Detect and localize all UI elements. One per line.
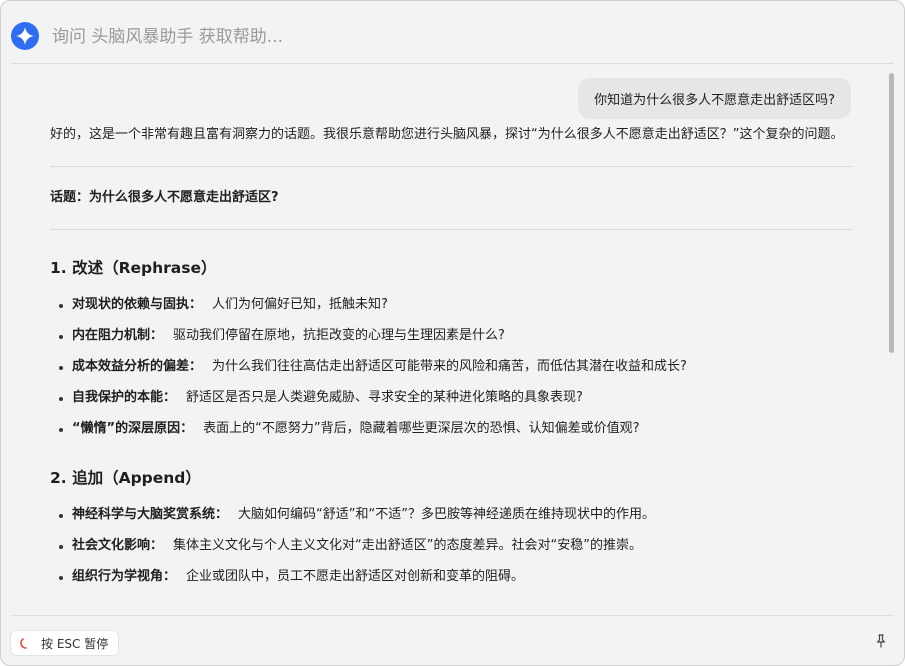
bullet bbox=[59, 366, 63, 370]
list-item: 神经科学与大脑奖赏系统： 大脑如何编码“舒适”和“不适”？多巴胺等神经递质在维持现… bbox=[59, 504, 852, 526]
item-title: 神经科学与大脑奖赏系统： bbox=[72, 507, 229, 522]
item-text: 舒适区是否只是人类避免威胁、寻求安全的某种进化策略的具象表现? bbox=[186, 390, 583, 405]
list-item: 社会文化影响： 集体主义文化与个人主义文化对“走出舒适区”的态度差异。社会对“安稳… bbox=[59, 535, 852, 557]
item-text: 为什么我们往往高估走出舒适区可能带来的风险和痛苦，而低估其潜在收益和成长? bbox=[212, 359, 687, 374]
user-message: 你知道为什么很多人不愿意走出舒适区吗? bbox=[578, 78, 851, 119]
scrollbar[interactable] bbox=[889, 73, 894, 353]
item-text: 集体主义文化与个人主义文化对“走出舒适区”的态度差异。社会对“安稳”的推崇。 bbox=[173, 538, 642, 553]
item-text: 人们为何偏好已知，抵触未知? bbox=[212, 297, 388, 312]
topic-line: 话题：为什么很多人不愿意走出舒适区? bbox=[50, 190, 279, 205]
item-title: 社会文化影响： bbox=[72, 538, 164, 553]
item-text: 驱动我们停留在原地，抗拒改变的心理与生理因素是什么? bbox=[173, 328, 505, 343]
list-item: 成本效益分析的偏差： 为什么我们往往高估走出舒适区可能带来的风险和痛苦，而低估其潜… bbox=[59, 356, 852, 378]
bullet bbox=[59, 428, 63, 432]
item-text: 大脑如何编码“舒适”和“不适”？多巴胺等神经递质在维持现状中的作用。 bbox=[238, 507, 655, 522]
bullet bbox=[59, 397, 63, 401]
pause-esc-button[interactable]: 按 ESC 暂停 bbox=[10, 630, 120, 656]
bullet bbox=[59, 304, 63, 308]
conversation-area[interactable]: 你知道为什么很多人不愿意走出舒适区吗? 好的，这是一个非常有趣且富有洞察力的话题… bbox=[1, 64, 904, 614]
item-title: 自我保护的本能： bbox=[72, 390, 177, 405]
item-title: 对现状的依赖与固执： bbox=[72, 297, 203, 312]
item-title: 组织行为学视角： bbox=[72, 569, 177, 584]
section-list: 对现状的依赖与固执： 人们为何偏好已知，抵触未知? 内在阻力机制： 驱动我们停留在原… bbox=[50, 294, 852, 440]
item-text: 表面上的“不愿努力”背后，隐藏着哪些更深层次的恐惧、认知偏差或价值观? bbox=[203, 421, 640, 436]
footer-divider bbox=[11, 615, 894, 616]
bullet bbox=[59, 576, 63, 580]
search-input[interactable] bbox=[52, 23, 832, 51]
sparkle-icon bbox=[11, 22, 39, 50]
section-heading: 2. 追加（Append） bbox=[50, 469, 201, 487]
bullet bbox=[59, 514, 63, 518]
section-heading: 1. 改述（Rephrase） bbox=[50, 259, 217, 277]
section-list: 神经科学与大脑奖赏系统： 大脑如何编码“舒适”和“不适”？多巴胺等神经递质在维持现… bbox=[50, 504, 852, 588]
assistant-window: 你知道为什么很多人不愿意走出舒适区吗? 好的，这是一个非常有趣且富有洞察力的话题… bbox=[0, 0, 905, 666]
item-title: 成本效益分析的偏差： bbox=[72, 359, 203, 374]
item-title: 内在阻力机制： bbox=[72, 328, 164, 343]
answer-intro: 好的，这是一个非常有趣且富有洞察力的话题。我很乐意帮助您进行头脑风暴，探讨“为什… bbox=[50, 127, 844, 142]
assistant-answer: 好的，这是一个非常有趣且富有洞察力的话题。我很乐意帮助您进行头脑风暴，探讨“为什… bbox=[50, 124, 852, 597]
bullet bbox=[59, 545, 63, 549]
divider bbox=[50, 229, 852, 230]
item-text: 企业或团队中，员工不愿走出舒适区对创新和变革的阻碍。 bbox=[186, 569, 525, 584]
header bbox=[1, 1, 904, 63]
list-item: 自我保护的本能： 舒适区是否只是人类避免威胁、寻求安全的某种进化策略的具象表现? bbox=[59, 387, 852, 409]
item-title: “懒惰”的深层原因： bbox=[72, 421, 194, 436]
list-item: 组织行为学视角： 企业或团队中，员工不愿走出舒适区对创新和变革的阻碍。 bbox=[59, 566, 852, 588]
bullet bbox=[59, 335, 63, 339]
spinner-icon bbox=[19, 636, 33, 650]
divider bbox=[50, 166, 852, 167]
pin-icon[interactable] bbox=[873, 633, 889, 649]
list-item: 内在阻力机制： 驱动我们停留在原地，抗拒改变的心理与生理因素是什么? bbox=[59, 325, 852, 347]
list-item: “懒惰”的深层原因： 表面上的“不愿努力”背后，隐藏着哪些更深层次的恐惧、认知偏差… bbox=[59, 418, 852, 440]
list-item: 对现状的依赖与固执： 人们为何偏好已知，抵触未知? bbox=[59, 294, 852, 316]
pause-esc-label: 按 ESC 暂停 bbox=[41, 636, 109, 651]
